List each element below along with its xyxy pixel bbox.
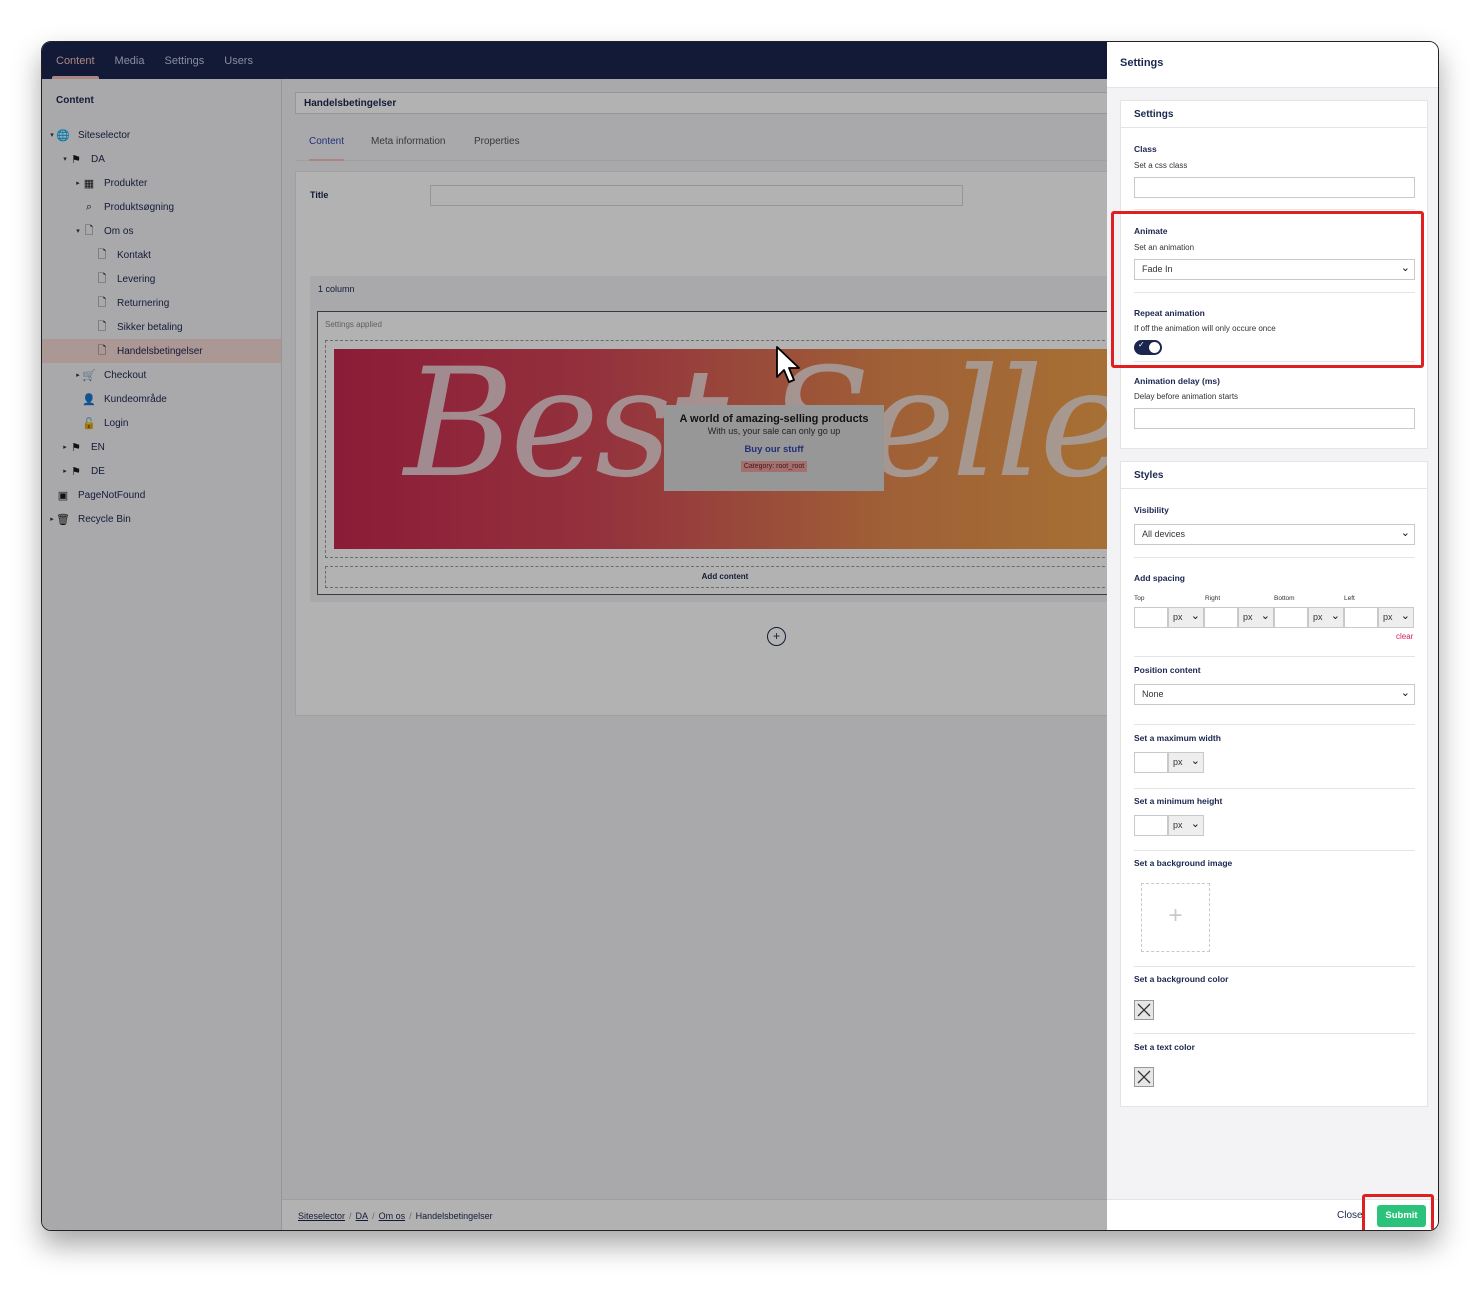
- background-image-label: Set a background image: [1134, 858, 1233, 868]
- chevron-down-icon: ⌄: [1400, 527, 1410, 539]
- max-width-input[interactable]: [1134, 752, 1168, 773]
- chevron-down-icon: ⌄: [1260, 610, 1270, 622]
- background-color-picker[interactable]: [1134, 1000, 1154, 1020]
- divider: [1134, 724, 1415, 725]
- spacing-left-unit-select[interactable]: px ⌄: [1378, 607, 1414, 628]
- position-selected-value: None: [1142, 689, 1164, 699]
- visibility-selected-value: All devices: [1142, 529, 1186, 539]
- no-color-icon: [1137, 1070, 1151, 1084]
- highlight-animation-settings: [1111, 211, 1424, 368]
- divider: [1134, 788, 1415, 789]
- divider: [1134, 209, 1415, 210]
- animation-delay-label: Animation delay (ms): [1134, 376, 1220, 386]
- position-content-select[interactable]: None ⌄: [1134, 684, 1415, 705]
- styles-box: Styles Visibility All devices ⌄ Add spac…: [1120, 461, 1428, 1107]
- app-window: Content Media Settings Users Content ▾ 🌐 S…: [41, 41, 1439, 1231]
- min-height-input[interactable]: [1134, 815, 1168, 836]
- divider: [1134, 656, 1415, 657]
- spacing-left-input[interactable]: [1344, 607, 1378, 628]
- spacing-top-label: Top: [1134, 595, 1145, 602]
- chevron-down-icon: ⌄: [1190, 818, 1200, 830]
- unit-value: px: [1173, 612, 1183, 622]
- unit-value: px: [1313, 612, 1323, 622]
- chevron-down-icon: ⌄: [1330, 610, 1340, 622]
- unit-value: px: [1173, 757, 1183, 767]
- spacing-left-label: Left: [1344, 595, 1355, 602]
- class-label: Class: [1134, 144, 1157, 154]
- styles-box-title: Styles: [1121, 462, 1427, 489]
- divider: [1134, 1033, 1415, 1034]
- text-color-label: Set a text color: [1134, 1042, 1195, 1052]
- highlight-submit: [1362, 1194, 1434, 1230]
- background-image-picker[interactable]: +: [1141, 883, 1210, 952]
- chevron-down-icon: ⌄: [1400, 687, 1410, 699]
- divider: [1134, 850, 1415, 851]
- settings-box-title: Settings: [1121, 101, 1427, 128]
- min-height-unit-select[interactable]: px ⌄: [1168, 815, 1204, 836]
- position-content-label: Position content: [1134, 665, 1201, 675]
- divider: [1134, 966, 1415, 967]
- spacing-right-input[interactable]: [1204, 607, 1238, 628]
- plus-icon: +: [1168, 902, 1183, 929]
- visibility-label: Visibility: [1134, 505, 1169, 515]
- spacing-top-input[interactable]: [1134, 607, 1168, 628]
- spacing-right-unit-select[interactable]: px ⌄: [1238, 607, 1274, 628]
- panel-title: Settings: [1107, 42, 1438, 88]
- max-width-label: Set a maximum width: [1134, 733, 1221, 743]
- unit-value: px: [1383, 612, 1393, 622]
- spacing-top-unit-select[interactable]: px ⌄: [1168, 607, 1204, 628]
- spacing-bottom-unit-select[interactable]: px ⌄: [1308, 607, 1344, 628]
- spacing-right-label: Right: [1205, 595, 1221, 602]
- spacing-bottom-label: Bottom: [1274, 595, 1295, 602]
- chevron-down-icon: ⌄: [1190, 610, 1200, 622]
- max-width-unit-select[interactable]: px ⌄: [1168, 752, 1204, 773]
- spacing-bottom-input[interactable]: [1274, 607, 1308, 628]
- min-height-label: Set a minimum height: [1134, 796, 1223, 806]
- add-spacing-label: Add spacing: [1134, 573, 1186, 583]
- mouse-cursor-icon: [776, 346, 800, 383]
- animation-delay-input[interactable]: [1134, 408, 1415, 429]
- chevron-down-icon: ⌄: [1400, 610, 1410, 622]
- close-button[interactable]: Close: [1337, 1210, 1363, 1221]
- modal-backdrop[interactable]: [42, 42, 1107, 1230]
- visibility-select[interactable]: All devices ⌄: [1134, 524, 1415, 545]
- unit-value: px: [1243, 612, 1253, 622]
- chevron-down-icon: ⌄: [1190, 755, 1200, 767]
- background-color-label: Set a background color: [1134, 974, 1229, 984]
- clear-spacing-link[interactable]: clear: [1396, 632, 1413, 641]
- class-description: Set a css class: [1134, 161, 1188, 170]
- divider: [1134, 557, 1415, 558]
- animation-delay-description: Delay before animation starts: [1134, 392, 1239, 401]
- no-color-icon: [1137, 1003, 1151, 1017]
- unit-value: px: [1173, 820, 1183, 830]
- class-input[interactable]: [1134, 177, 1415, 198]
- text-color-picker[interactable]: [1134, 1067, 1154, 1087]
